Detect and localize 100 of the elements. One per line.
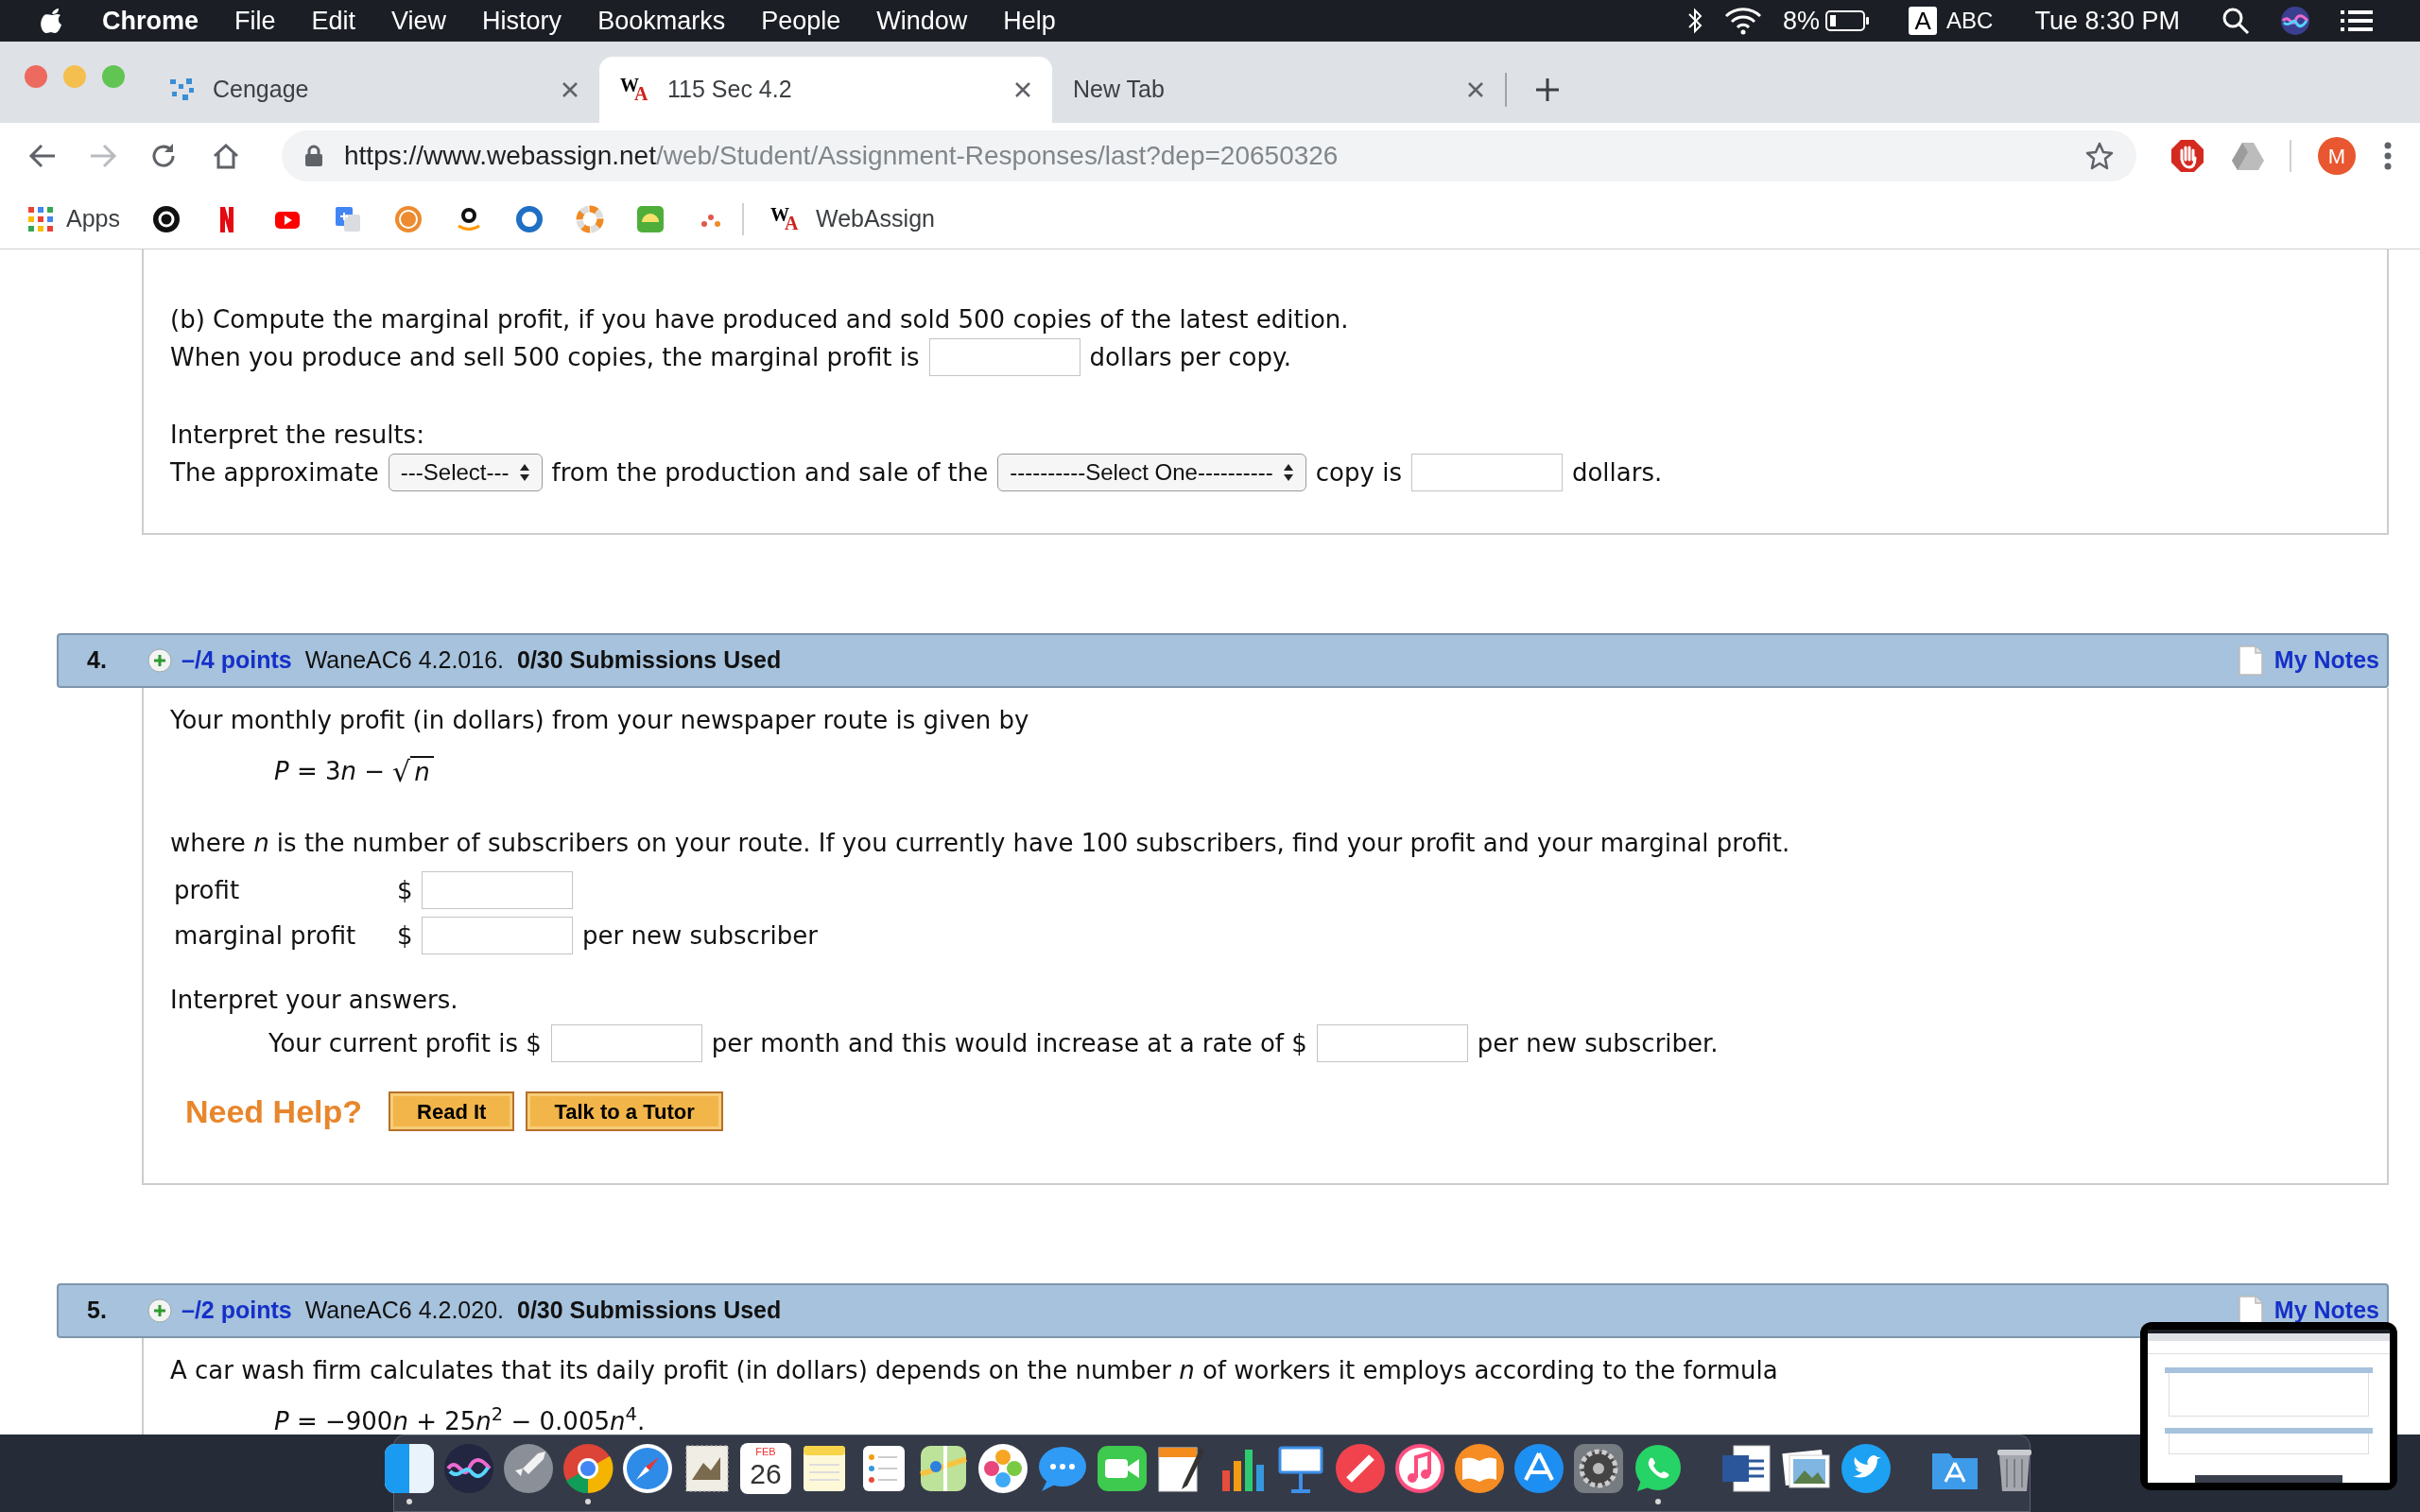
music-note-icon[interactable] bbox=[1393, 1442, 1446, 1495]
formula-text: P = 3n − bbox=[274, 755, 386, 787]
question-text: dollars per copy. bbox=[1089, 341, 1291, 373]
question-text: from the production and sale of the bbox=[551, 456, 989, 489]
sun-tile-icon[interactable] bbox=[636, 204, 665, 233]
dollar-sign: $ bbox=[397, 874, 414, 906]
grid-icon bbox=[28, 206, 53, 232]
answer-field[interactable] bbox=[1316, 1024, 1468, 1062]
profile-avatar[interactable]: M bbox=[2318, 137, 2356, 175]
plus-icon[interactable] bbox=[1535, 77, 1560, 102]
submissions-count: 0/30 Submissions Used bbox=[517, 1296, 782, 1326]
search-icon[interactable] bbox=[2221, 7, 2250, 35]
question-text: The approximate bbox=[170, 456, 379, 489]
apps-bookmark[interactable]: Apps bbox=[28, 200, 120, 237]
webassign-bookmark[interactable]: WA WebAssign bbox=[770, 200, 935, 237]
question-text: where n is the number of subscribers on your route. If you currently have 100 subscribers, find your profit and your marginal profit. bbox=[170, 827, 1790, 859]
input-source-badge[interactable]: A bbox=[1909, 7, 1938, 35]
bluetooth-icon[interactable] bbox=[1686, 7, 1704, 35]
question-text: Your monthly profit (in dollars) from your newspaper route is given by bbox=[170, 704, 1029, 736]
url-text: https://www.webassign.net/web/Student/Assignment-Responses/last?dep=20650326 bbox=[344, 140, 1339, 172]
browser-tab[interactable]: Cengage bbox=[147, 57, 599, 123]
problem-source: WaneAC6 4.2.020. bbox=[304, 1296, 504, 1326]
menu-item[interactable]: Bookmarks bbox=[597, 1, 726, 41]
question-text: (b) Compute the marginal profit, if you have produced and sold 500 copies of the latest edition. bbox=[170, 303, 1349, 335]
clock[interactable]: Tue 8:30 PM bbox=[2034, 1, 2180, 41]
question-text: per month and this would increase at a rate of $ bbox=[711, 1027, 1307, 1059]
bird-icon[interactable] bbox=[1840, 1442, 1893, 1495]
updown-icon bbox=[518, 462, 530, 483]
input-source-label[interactable]: ABC bbox=[1946, 4, 1994, 38]
tricolor-circle-icon[interactable] bbox=[562, 1442, 614, 1495]
calendar-month: FEB bbox=[755, 1445, 776, 1458]
unit-text: per new subscriber bbox=[582, 919, 818, 952]
answer-field[interactable] bbox=[928, 338, 1080, 376]
coin-icon[interactable] bbox=[394, 204, 423, 233]
home-icon[interactable] bbox=[212, 142, 240, 170]
ring-icon[interactable] bbox=[515, 204, 544, 233]
orb-icon[interactable] bbox=[442, 1442, 495, 1495]
star-icon[interactable] bbox=[2085, 142, 2115, 170]
browser-tab[interactable]: New Tab bbox=[1052, 57, 1505, 123]
question-text: Interpret the results: bbox=[170, 419, 424, 451]
translate-icon[interactable] bbox=[334, 204, 362, 233]
orb-icon[interactable] bbox=[2280, 6, 2310, 36]
menu-item[interactable]: View bbox=[391, 1, 447, 41]
answer-label: marginal profit bbox=[174, 919, 357, 952]
select-dropdown[interactable]: ----------Select One---------- bbox=[997, 454, 1306, 491]
question-text: Interpret your answers. bbox=[170, 984, 458, 1016]
rocket-icon[interactable] bbox=[502, 1442, 555, 1495]
browser-tab[interactable]: WA 115 Sec 4.2 bbox=[599, 57, 1052, 123]
split-square-icon[interactable] bbox=[383, 1442, 436, 1495]
wifi-icon[interactable] bbox=[1724, 7, 1763, 35]
lock-icon bbox=[304, 145, 323, 167]
flower-icon[interactable] bbox=[977, 1442, 1029, 1495]
menu-item[interactable]: Help bbox=[1003, 1, 1056, 41]
close-icon[interactable] bbox=[1014, 81, 1031, 98]
points-link[interactable]: –/2 points bbox=[182, 1293, 292, 1329]
close-icon[interactable] bbox=[562, 81, 579, 98]
triangle-icon[interactable] bbox=[2231, 141, 2266, 171]
gear-icon[interactable] bbox=[1572, 1442, 1625, 1495]
square-root: √n bbox=[392, 756, 434, 786]
formula-text: P = −900n + 25n$^{2}$ − 0.005n$^{4}$. bbox=[274, 1402, 646, 1435]
calendar-tile[interactable]: FEB 26 bbox=[740, 1443, 791, 1494]
answer-field[interactable] bbox=[1410, 454, 1563, 491]
my-notes-link[interactable]: My Notes bbox=[2273, 643, 2379, 679]
question-text: per new subscriber. bbox=[1477, 1027, 1719, 1059]
plus-circle-icon[interactable] bbox=[147, 648, 172, 673]
address-bar[interactable]: https://www.webassign.net/web/Student/Assignment-Responses/last?dep=20650326 bbox=[282, 130, 2137, 181]
record-icon[interactable] bbox=[152, 204, 181, 233]
close-icon[interactable] bbox=[1467, 81, 1484, 98]
app-menu[interactable]: Chrome bbox=[102, 1, 199, 41]
help-button[interactable]: Read It bbox=[389, 1091, 515, 1131]
plus-circle-icon[interactable] bbox=[147, 1298, 172, 1323]
compass-icon[interactable] bbox=[621, 1442, 674, 1495]
screenshot-toast[interactable] bbox=[2140, 1322, 2397, 1490]
list-icon[interactable] bbox=[2341, 9, 2373, 33]
battery-percent: 8% bbox=[1783, 5, 1821, 37]
menu-item[interactable]: Edit bbox=[311, 1, 356, 41]
triangle-tools-icon[interactable] bbox=[1512, 1442, 1565, 1495]
answer-field[interactable] bbox=[422, 871, 573, 909]
calendar-day: 26 bbox=[750, 1458, 782, 1490]
answer-field[interactable] bbox=[550, 1024, 702, 1062]
dollar-sign: $ bbox=[397, 919, 414, 952]
menu-item[interactable]: History bbox=[482, 1, 562, 41]
open-book-icon[interactable] bbox=[1453, 1442, 1506, 1495]
no-entry-icon[interactable] bbox=[1334, 1442, 1387, 1495]
select-dropdown[interactable]: ---Select--- bbox=[388, 454, 543, 491]
battery-icon[interactable] bbox=[1825, 9, 1872, 32]
document-icon[interactable] bbox=[1720, 1442, 1773, 1495]
points-link[interactable]: –/4 points bbox=[182, 643, 292, 679]
menu-item[interactable]: File bbox=[234, 1, 276, 41]
more-icon[interactable] bbox=[2384, 142, 2392, 170]
webassign-logo: WA bbox=[770, 204, 800, 233]
answer-field[interactable] bbox=[422, 917, 573, 954]
menu-item[interactable]: Window bbox=[876, 1, 968, 41]
back-icon[interactable] bbox=[28, 143, 57, 169]
answer-label: profit bbox=[174, 874, 241, 906]
help-button[interactable]: Talk to a Tutor bbox=[526, 1091, 723, 1131]
menu-item[interactable]: People bbox=[761, 1, 841, 41]
question-text: Your current profit is $ bbox=[268, 1027, 542, 1059]
stop-hand-icon[interactable] bbox=[2170, 139, 2205, 173]
submissions-count: 0/30 Submissions Used bbox=[517, 645, 782, 676]
